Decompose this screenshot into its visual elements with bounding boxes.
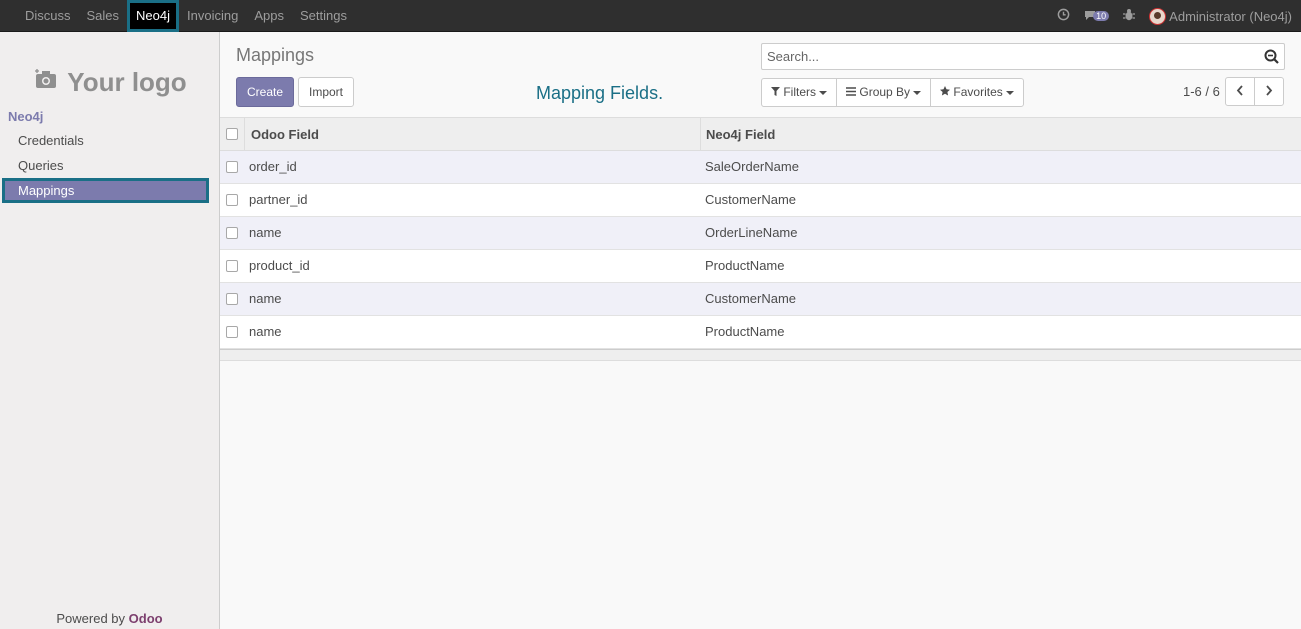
logo-text: Your logo (67, 66, 187, 97)
row-checkbox[interactable] (226, 260, 238, 272)
menu-sales[interactable]: Sales (79, 0, 128, 32)
star-icon (940, 85, 951, 99)
filters-dropdown[interactable]: Filters (761, 78, 838, 107)
breadcrumb: Mappings (236, 45, 315, 65)
odoo-field-cell: name (249, 225, 282, 240)
column-header-odoo-field[interactable]: Odoo Field (244, 118, 701, 151)
neo4j-field-cell: ProductName (705, 324, 785, 339)
row-checkbox[interactable] (226, 293, 238, 305)
groupby-dropdown[interactable]: Group By (836, 78, 932, 107)
row-checkbox[interactable] (226, 227, 238, 239)
camera-icon (35, 69, 57, 95)
menu-discuss[interactable]: Discuss (17, 0, 79, 32)
neo4j-field-cell: CustomerName (705, 291, 797, 306)
menu-settings[interactable]: Settings (292, 0, 355, 32)
menu-apps[interactable]: Apps (246, 0, 292, 32)
systray: 10 Administrator (Neo4j) (1057, 0, 1292, 32)
table-row[interactable]: product_id ProductName (220, 250, 1301, 283)
sidebar-item-credentials[interactable]: Credentials (0, 128, 219, 153)
powered-by-label: Powered by (56, 611, 126, 626)
clock-icon[interactable] (1057, 8, 1070, 24)
chevron-left-icon (1236, 83, 1244, 99)
table-row[interactable]: order_id SaleOrderName (220, 151, 1301, 184)
top-navbar: Discuss Sales Neo4j Invoicing Apps Setti… (0, 0, 1301, 32)
pager-value[interactable]: 1-6 / 6 (1183, 84, 1220, 99)
odoo-field-cell: product_id (249, 258, 310, 273)
caret-down-icon (819, 90, 828, 95)
search-box (761, 43, 1285, 70)
neo4j-field-cell: CustomerName (705, 192, 797, 207)
main-content: Mappings Create Import Mapping Fields. F… (220, 32, 1301, 629)
avatar (1149, 7, 1167, 25)
select-all-checkbox[interactable] (226, 128, 238, 140)
odoo-field-cell: name (249, 291, 282, 306)
list-table: Odoo Field Neo4j Field order_id SaleOrde… (220, 117, 1301, 361)
caret-down-icon (913, 90, 922, 95)
row-checkbox[interactable] (226, 326, 238, 338)
row-checkbox[interactable] (226, 194, 238, 206)
company-logo[interactable]: Your logo (22, 52, 200, 112)
column-header-neo4j-field[interactable]: Neo4j Field (701, 118, 775, 151)
caret-down-icon (1005, 90, 1014, 95)
filter-icon (771, 85, 780, 99)
bug-icon[interactable] (1123, 8, 1136, 24)
sidebar-item-mappings[interactable]: Mappings (2, 178, 209, 203)
table-row[interactable]: name ProductName (220, 316, 1301, 349)
row-checkbox[interactable] (226, 161, 238, 173)
filters-label: Filters (783, 85, 817, 99)
pager-previous-button[interactable] (1225, 77, 1255, 106)
messages-badge: 10 (1093, 11, 1110, 21)
list-title: Mapping Fields. (536, 83, 664, 103)
import-button[interactable]: Import (298, 77, 354, 107)
favorites-label: Favorites (953, 85, 1003, 99)
user-menu[interactable]: Administrator (Neo4j) (1149, 7, 1292, 25)
table-row[interactable]: partner_id CustomerName (220, 184, 1301, 217)
neo4j-field-cell: OrderLineName (705, 225, 798, 240)
search-input[interactable] (762, 44, 1242, 69)
search-options: Filters Group By Favorites (761, 78, 1024, 107)
table-body: order_id SaleOrderName partner_id Custom… (220, 151, 1301, 349)
odoo-field-cell: partner_id (249, 192, 308, 207)
neo4j-field-cell: ProductName (705, 258, 785, 273)
sidebar-section-neo4j[interactable]: Neo4j (8, 109, 43, 124)
table-row[interactable]: name CustomerName (220, 283, 1301, 316)
odoo-field-cell: order_id (249, 159, 297, 174)
create-button[interactable]: Create (236, 77, 294, 107)
sidebar: Your logo Neo4j Credentials Queries Mapp… (0, 32, 220, 629)
app-menu: Discuss Sales Neo4j Invoicing Apps Setti… (17, 0, 355, 32)
odoo-link[interactable]: Odoo (129, 611, 163, 626)
sidebar-item-queries[interactable]: Queries (0, 153, 219, 178)
messages-button[interactable]: 10 (1084, 9, 1110, 24)
menu-neo4j[interactable]: Neo4j (127, 0, 180, 32)
table-header: Odoo Field Neo4j Field (220, 117, 1301, 151)
search-icon[interactable] (1264, 49, 1279, 64)
chevron-right-icon (1265, 83, 1273, 99)
powered-by: Powered by Odoo (0, 611, 219, 626)
table-row[interactable]: name OrderLineName (220, 217, 1301, 250)
user-name: Administrator (Neo4j) (1169, 8, 1292, 24)
groupby-label: Group By (859, 85, 911, 99)
pager-next-button[interactable] (1254, 77, 1284, 106)
list-icon (846, 85, 857, 99)
odoo-field-cell: name (249, 324, 282, 339)
table-footer (220, 349, 1301, 361)
menu-invoicing[interactable]: Invoicing (179, 0, 246, 32)
neo4j-field-cell: SaleOrderName (705, 159, 799, 174)
favorites-dropdown[interactable]: Favorites (930, 78, 1024, 107)
